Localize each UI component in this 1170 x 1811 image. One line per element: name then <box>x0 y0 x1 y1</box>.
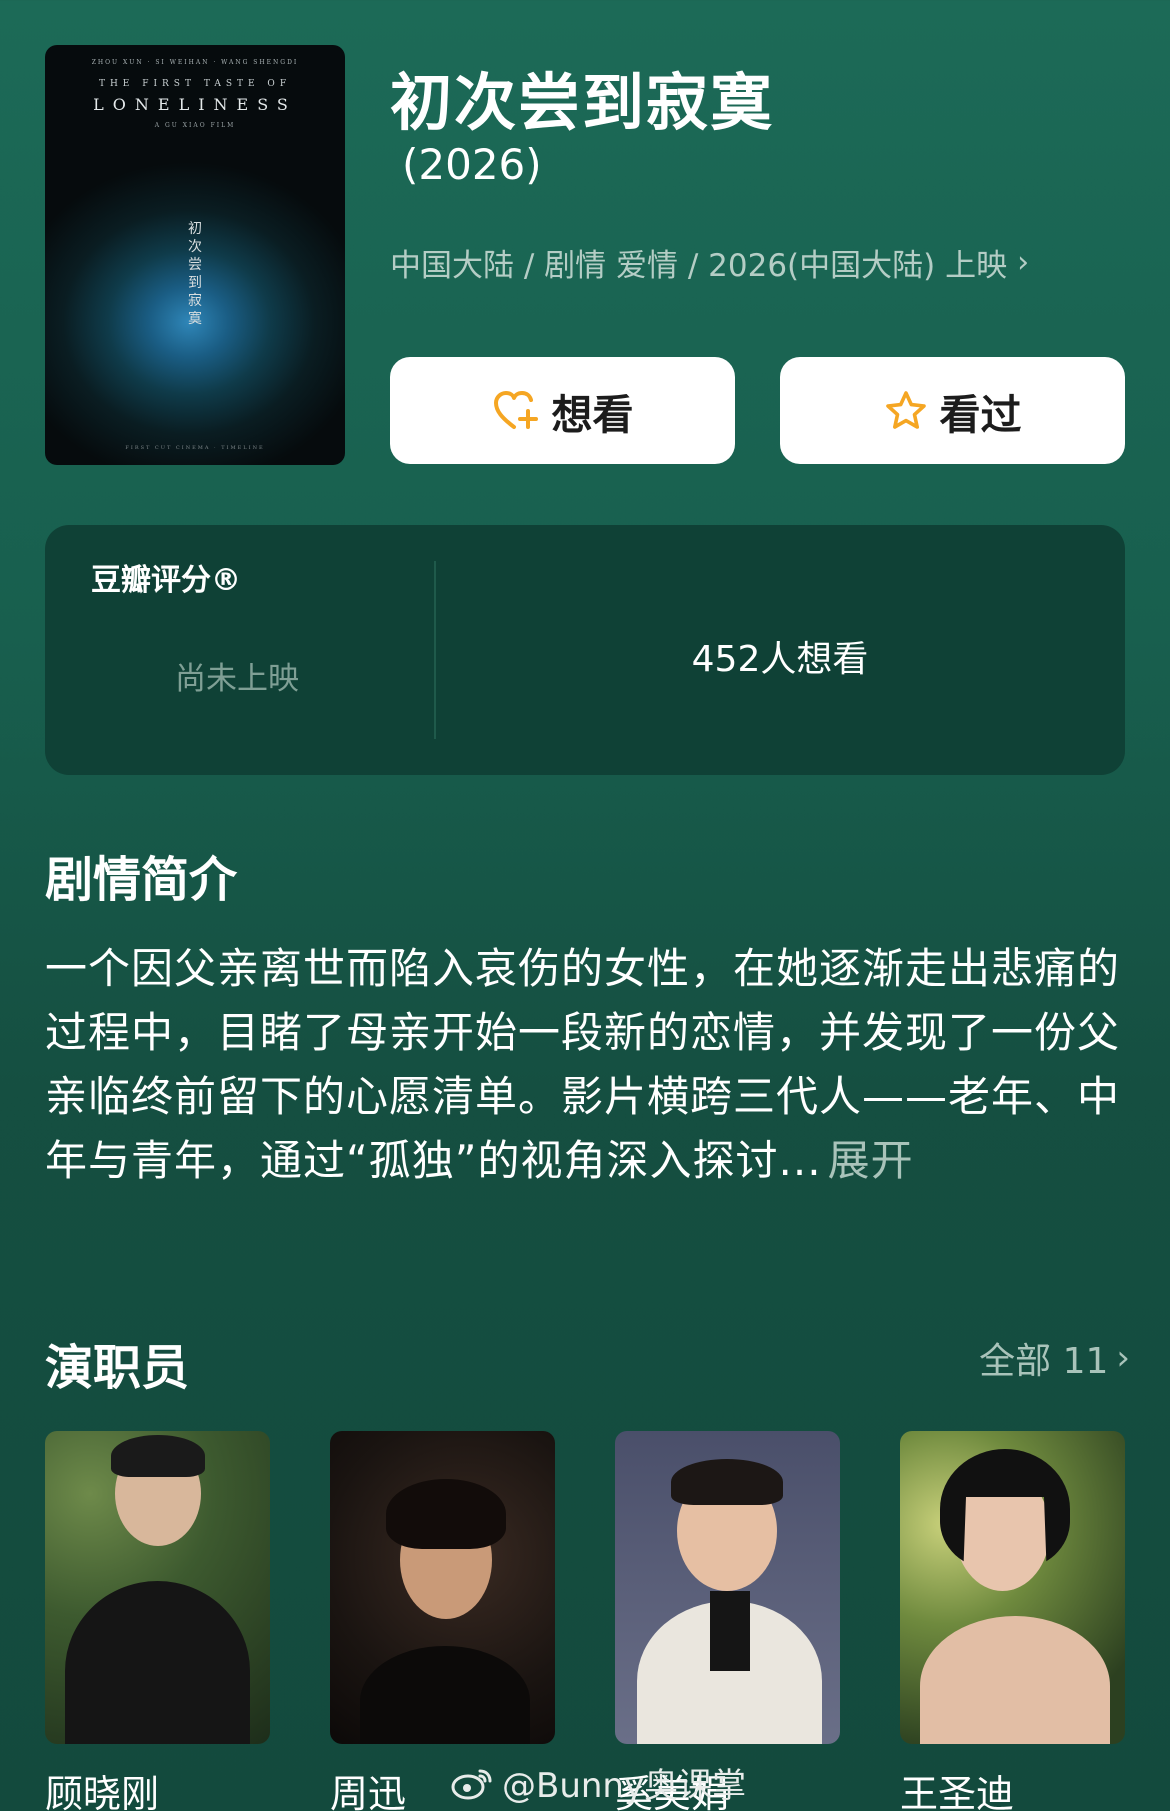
watched-button[interactable]: 看过 <box>780 357 1125 464</box>
movie-meta-link[interactable]: 中国大陆 / 剧情 爱情 / 2026(中国大陆) 上映 › <box>390 240 1029 285</box>
poster-english-title-line2: LONELINESS <box>93 95 297 114</box>
want-count: 452人想看 <box>691 639 869 680</box>
movie-poster[interactable]: ZHOU XUN · SI WEIHAN · WANG SHENGDI THE … <box>45 45 345 465</box>
all-cast-label: 全部 11 <box>979 1341 1109 1382</box>
cast-photo-3[interactable] <box>615 1431 840 1744</box>
douban-rating-label: 豆瓣评分® <box>91 563 241 598</box>
cast-heading: 演职员 <box>45 1340 190 1396</box>
cast-photo-2[interactable] <box>330 1431 555 1744</box>
synopsis-text-block: 一个因父亲离世而陷入哀伤的女性，在她逐渐走出悲痛的过程中，目睹了母亲开始一段新的… <box>45 937 1135 1193</box>
rating-status: 尚未上映 <box>175 661 299 697</box>
poster-director-line: A GU XIAO FILM <box>154 122 236 129</box>
synopsis-heading: 剧情简介 <box>45 852 238 908</box>
poster-chinese-title: 初次尝到寂寞 <box>188 221 202 327</box>
want-to-watch-button[interactable]: 想看 <box>390 357 735 464</box>
star-icon <box>885 390 926 429</box>
all-cast-link[interactable]: 全部 11 › <box>979 1332 1130 1384</box>
heart-plus-icon <box>493 390 538 429</box>
weibo-icon <box>451 1769 492 1799</box>
cast-photo-1[interactable] <box>45 1431 270 1744</box>
movie-year: (2026) <box>402 140 542 189</box>
cast-name-4[interactable]: 王圣迪 <box>900 1763 1014 1811</box>
cast-name-1[interactable]: 顾晓刚 <box>45 1763 159 1811</box>
weibo-watermark: @Bunny奥课掌 <box>450 1758 746 1807</box>
want-to-watch-label: 想看 <box>551 390 634 439</box>
watermark-text: @Bunny奥课掌 <box>502 1766 747 1806</box>
watched-label: 看过 <box>939 390 1022 439</box>
cast-photo-4[interactable] <box>900 1431 1125 1744</box>
poster-english-title-line1: THE FIRST TASTE OF <box>98 79 292 89</box>
synopsis-text: 一个因父亲离世而陷入哀伤的女性，在她逐渐走出悲痛的过程中，目睹了母亲开始一段新的… <box>45 944 1121 1185</box>
chevron-right-icon: › <box>1017 245 1030 280</box>
collar-shape <box>710 1591 750 1671</box>
chevron-right-icon: › <box>1116 1338 1130 1378</box>
poster-credits-line: FIRST CUT CINEMA · TIMELINE <box>125 445 265 451</box>
rating-card: 豆瓣评分® 尚未上映 452人想看 <box>45 525 1125 775</box>
cast-name-2[interactable]: 周迅 <box>330 1763 406 1811</box>
movie-title: 初次尝到寂寞 <box>390 66 775 139</box>
poster-cast-line: ZHOU XUN · SI WEIHAN · WANG SHENGDI <box>91 59 299 66</box>
expand-link[interactable]: 展开 <box>828 1136 914 1185</box>
movie-meta-text: 中国大陆 / 剧情 爱情 / 2026(中国大陆) 上映 <box>390 248 1008 284</box>
